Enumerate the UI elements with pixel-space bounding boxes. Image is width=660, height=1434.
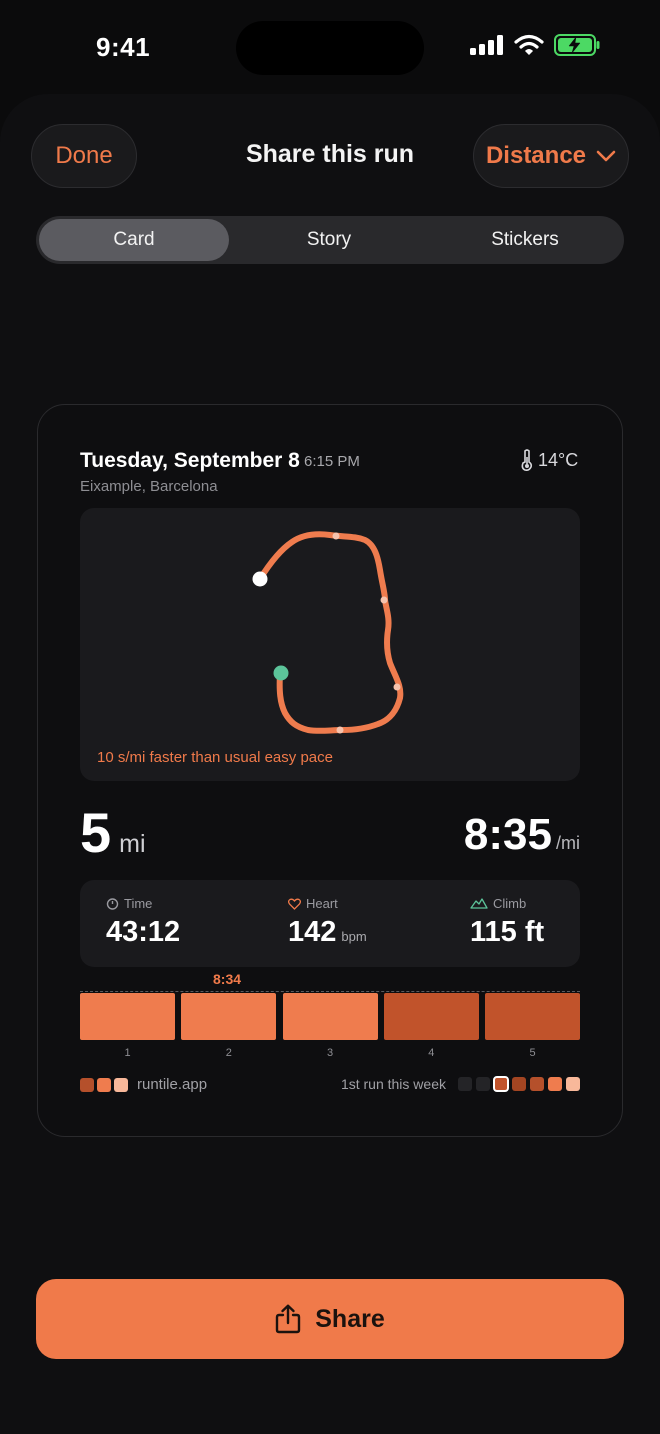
week-day-today (493, 1076, 509, 1092)
temperature: 14°C (520, 449, 578, 471)
thermometer-icon (521, 449, 533, 471)
route-end-dot (273, 665, 289, 681)
stat-heart-unit: bpm (341, 929, 367, 944)
split-bar (80, 993, 175, 1040)
stat-heart: Heart 142 bpm (288, 896, 367, 949)
pace-display: 8:35 /mi (464, 810, 580, 860)
run-date: Tuesday, September 8 (80, 449, 300, 472)
temperature-value: 14°C (538, 449, 579, 470)
battery-charging-icon (554, 34, 600, 56)
week-label: 1st run this week (340, 1076, 446, 1092)
week-day (548, 1077, 562, 1091)
split-label: 4 (428, 1047, 435, 1059)
week-day (476, 1077, 490, 1091)
split-label: 1 (124, 1047, 131, 1059)
split-marker (332, 532, 340, 540)
stat-heart-value: 142 (288, 916, 337, 948)
mountain-icon (470, 898, 488, 909)
route-path (252, 531, 404, 734)
run-location: Eixample, Barcelona (80, 478, 218, 495)
tab-story[interactable]: Story (232, 219, 426, 261)
week-day (566, 1077, 580, 1091)
route-start-dot (252, 571, 268, 587)
stat-time-value: 43:12 (106, 916, 181, 948)
wifi-icon (514, 34, 544, 55)
split-label: 3 (326, 1047, 334, 1059)
stat-time: Time 43:12 (106, 896, 180, 949)
dynamic-island (236, 21, 424, 75)
pace-insight: 10 s/mi faster than usual easy pace (97, 749, 333, 766)
split-bar (383, 993, 479, 1040)
status-time: 9:41 (96, 32, 151, 62)
split-bar (181, 993, 277, 1040)
pace-unit: /mi (556, 833, 580, 853)
distance-unit: mi (119, 830, 146, 858)
average-pace-line (80, 991, 580, 992)
week-summary: 1st run this week (341, 1076, 580, 1092)
stat-climb-value: 115 ft (470, 916, 545, 948)
brand-footer: runtile.app (80, 1076, 207, 1093)
split-marker (336, 726, 344, 734)
metric-dropdown-label: Distance (485, 142, 587, 169)
share-button[interactable]: Share (36, 1279, 624, 1359)
brand-logo (80, 1077, 128, 1092)
distance-display: 5 mi (80, 800, 146, 865)
stat-climb: Climb 115 ft (470, 896, 544, 949)
stats-panel: Time 43:12 Heart 142 bpm Climb 115 ft (80, 880, 580, 967)
tab-card[interactable]: Card (39, 219, 229, 261)
heart-icon (288, 898, 301, 910)
week-day (458, 1077, 472, 1091)
share-button-label: Share (315, 1304, 385, 1333)
share-icon (276, 1304, 301, 1334)
brand-name: runtile.app (137, 1076, 208, 1093)
split-label: 5 (529, 1047, 536, 1059)
split-label: 2 (225, 1047, 232, 1059)
run-time: 6:15 PM (304, 453, 360, 470)
week-runs (458, 1076, 580, 1092)
status-bar: 9:41 (0, 0, 660, 95)
stopwatch-icon (106, 898, 119, 910)
cellular-signal-icon (470, 35, 503, 55)
brand-square (97, 1077, 111, 1092)
chevron-down-icon (596, 150, 616, 162)
tab-stickers[interactable]: Stickers (428, 219, 622, 261)
pace-value: 8:35 (463, 810, 552, 859)
stat-heart-label: Heart (306, 896, 338, 911)
route-map: 10 s/mi faster than usual easy pace (80, 508, 580, 781)
share-format-tabs: Card Story Stickers (36, 216, 624, 264)
status-icons (470, 34, 600, 56)
week-day (512, 1077, 526, 1091)
metric-dropdown[interactable]: Distance (473, 124, 629, 188)
split-bar (485, 993, 580, 1040)
stat-time-label: Time (124, 896, 153, 911)
stat-climb-label: Climb (493, 896, 527, 911)
brand-square (114, 1077, 128, 1092)
split-bars: 8:34 1 2 3 4 5 (80, 970, 580, 1060)
split-marker (393, 683, 401, 691)
best-split-label: 8:34 (213, 971, 242, 987)
brand-square (80, 1077, 94, 1092)
distance-value: 5 (80, 801, 112, 864)
week-day (530, 1077, 544, 1091)
split-bar (282, 993, 378, 1040)
split-marker (380, 596, 388, 604)
